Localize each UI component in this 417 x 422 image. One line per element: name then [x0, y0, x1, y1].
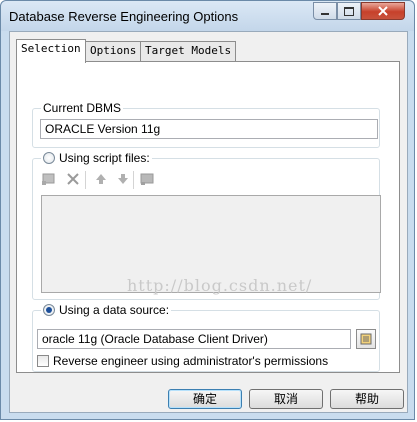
- browse-datasource-icon: [360, 333, 372, 345]
- admin-permissions-label: Reverse engineer using administrator's p…: [53, 354, 329, 368]
- ok-button[interactable]: 确定: [168, 389, 242, 409]
- add-file-icon[interactable]: [41, 171, 57, 187]
- data-source-group: Using a data source: oracle 11g (Oracle …: [32, 303, 380, 372]
- tab-selection[interactable]: Selection: [16, 39, 86, 63]
- script-toolbar: [41, 171, 161, 189]
- current-dbms-field[interactable]: ORACLE Version 11g: [40, 119, 378, 139]
- maximize-button[interactable]: [337, 2, 361, 20]
- close-icon: [378, 6, 388, 16]
- cancel-button[interactable]: 取消: [249, 389, 323, 409]
- admin-permissions-option[interactable]: Reverse engineer using administrator's p…: [37, 354, 328, 368]
- data-source-radio[interactable]: [43, 304, 55, 316]
- title-bar[interactable]: Database Reverse Engineering Options: [1, 1, 414, 31]
- minimize-icon: [321, 13, 329, 15]
- toolbar-separator: [133, 171, 134, 189]
- window-title: Database Reverse Engineering Options: [9, 9, 239, 24]
- selection-panel: Current DBMS ORACLE Version 11g Using sc…: [16, 61, 400, 373]
- minimize-button[interactable]: [313, 2, 337, 20]
- script-files-label: Using script files:: [59, 151, 150, 165]
- current-dbms-group: Current DBMS ORACLE Version 11g: [32, 101, 380, 148]
- current-dbms-label: Current DBMS: [41, 101, 124, 115]
- move-up-icon[interactable]: [93, 171, 109, 187]
- delete-icon[interactable]: [65, 171, 81, 187]
- maximize-icon: [344, 6, 354, 16]
- help-button[interactable]: 帮助: [330, 389, 404, 409]
- toolbar-separator: [85, 171, 86, 189]
- move-down-icon[interactable]: [115, 171, 131, 187]
- watermark: http://blog.csdn.net/: [127, 276, 313, 295]
- script-files-radio[interactable]: [43, 152, 55, 164]
- admin-permissions-checkbox[interactable]: [37, 355, 49, 367]
- data-source-option[interactable]: Using a data source:: [41, 303, 172, 317]
- radio-selected-dot: [46, 307, 52, 313]
- data-source-field[interactable]: oracle 11g (Oracle Database Client Drive…: [37, 329, 351, 349]
- folder-icon[interactable]: [139, 171, 155, 187]
- dialog-client-area: Selection Options Target Models Current …: [9, 31, 408, 413]
- close-button[interactable]: [361, 2, 405, 20]
- data-source-label: Using a data source:: [59, 303, 170, 317]
- tab-options[interactable]: Options: [85, 41, 142, 61]
- browse-datasource-button[interactable]: [356, 329, 376, 349]
- script-files-option[interactable]: Using script files:: [41, 151, 152, 165]
- tab-target-models[interactable]: Target Models: [140, 41, 237, 61]
- dialog-window: Database Reverse Engineering Options Sel…: [0, 0, 415, 420]
